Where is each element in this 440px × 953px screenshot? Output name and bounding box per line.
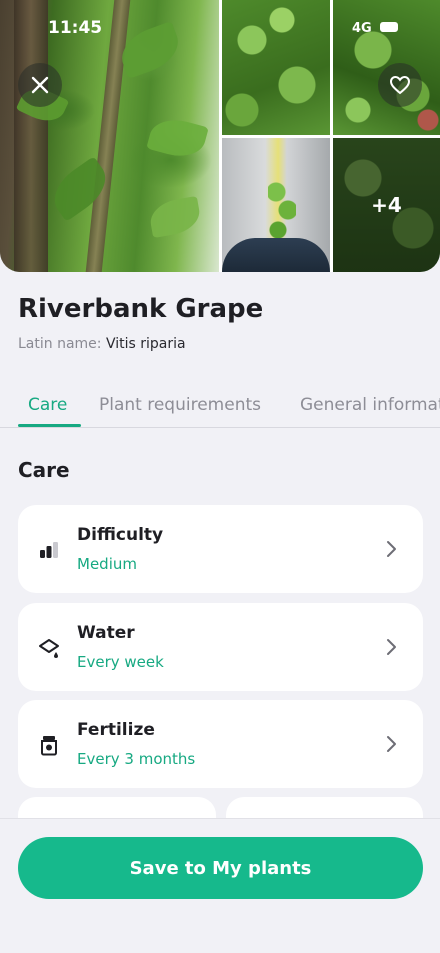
close-button[interactable]: [18, 63, 62, 107]
care-item-title: Fertilize: [77, 720, 155, 740]
tab-general-information[interactable]: General information: [300, 395, 440, 415]
photo-gallery[interactable]: +4 11:45 4G: [0, 0, 440, 272]
signal-bars-icon: [40, 542, 58, 558]
chevron-right-icon: [387, 639, 396, 655]
plant-name: Riverbank Grape: [18, 294, 264, 324]
care-item-water[interactable]: Water Every week: [18, 603, 423, 691]
tab-care[interactable]: Care: [28, 395, 67, 415]
care-item-fertilize[interactable]: Fertilize Every 3 months: [18, 700, 423, 788]
more-photos-count: +4: [371, 193, 402, 217]
watering-can-icon: [39, 639, 59, 658]
chevron-right-icon: [387, 736, 396, 752]
chevron-right-icon: [387, 541, 396, 557]
battery-icon: [380, 22, 398, 32]
care-item-value: Every 3 months: [77, 750, 196, 768]
network-indicator: 4G: [352, 21, 372, 36]
heart-icon: [389, 75, 411, 95]
care-item-title: Difficulty: [77, 525, 164, 545]
tab-bar: Care Plant requirements General informat…: [0, 383, 440, 428]
save-to-my-plants-button[interactable]: Save to My plants: [18, 837, 423, 899]
fertilizer-bag-icon: [41, 736, 57, 756]
care-item-difficulty[interactable]: Difficulty Medium: [18, 505, 423, 593]
care-item-title: Water: [77, 623, 135, 643]
latin-name-row: Latin name: Vitis riparia: [18, 336, 186, 352]
plant-photo-2[interactable]: [222, 0, 330, 135]
care-item-value: Medium: [77, 555, 137, 573]
status-time: 11:45: [48, 18, 103, 38]
plant-photo-main[interactable]: [0, 0, 219, 272]
favorite-button[interactable]: [378, 63, 422, 107]
bottom-action-bar: Save to My plants: [0, 818, 440, 953]
plant-photo-4[interactable]: [222, 138, 330, 272]
latin-name-value: Vitis riparia: [105, 336, 186, 352]
plant-photo-more[interactable]: +4: [333, 138, 440, 272]
care-item-value: Every week: [77, 653, 164, 671]
latin-name-label: Latin name:: [18, 336, 102, 352]
tab-plant-requirements[interactable]: Plant requirements: [99, 395, 261, 415]
active-tab-indicator: [18, 424, 81, 427]
close-icon: [31, 76, 49, 94]
section-title-care: Care: [18, 458, 70, 482]
